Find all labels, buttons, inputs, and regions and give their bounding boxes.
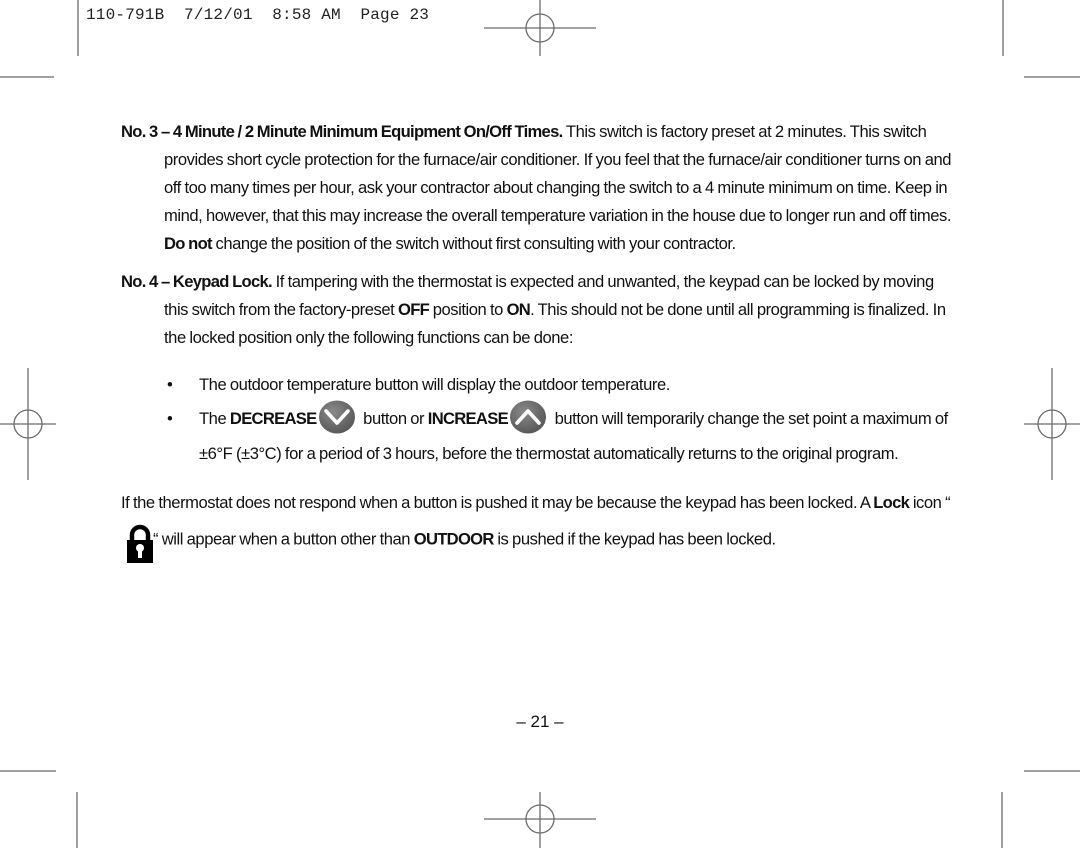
bullet-marker: •	[167, 409, 173, 428]
increase-label: INCREASE	[427, 409, 509, 428]
registration-target-left	[0, 368, 56, 480]
decrease-label: DECREASE	[229, 409, 317, 428]
closing-text: “ will appear when a button other than	[153, 529, 414, 548]
bullet-text: button or	[359, 409, 428, 428]
registration-target-top	[484, 0, 596, 56]
registration-target-bottom	[484, 792, 596, 848]
padlock-icon	[127, 524, 153, 563]
closing-paragraph: If the thermostat does not respond when …	[121, 485, 961, 563]
closing-text: If the thermostat does not respond when …	[121, 492, 874, 512]
closing-text: icon “	[909, 492, 951, 512]
on-label: ON	[506, 300, 531, 319]
section-switch-3: No. 3 – 4 Minute / 2 Minute Minimum Equi…	[121, 118, 961, 258]
lock-label: Lock	[873, 492, 910, 512]
bullet-item-setpoint: • The DECREASE button or INCREASE button …	[121, 400, 961, 471]
bullet-text: The	[199, 409, 230, 428]
section-4-heading: No. 4 – Keypad Lock.	[121, 272, 273, 291]
section-3-text-end: change the position of the switch withou…	[211, 234, 736, 253]
bullet-marker: •	[167, 375, 173, 394]
manual-page: 110-791B 7/12/01 8:58 AM Page 23 No. 3 –…	[0, 0, 1080, 862]
outdoor-label: OUTDOOR	[413, 529, 495, 548]
registration-target-right	[1024, 368, 1080, 480]
chevron-up-circle-icon	[509, 400, 546, 434]
section-4-text-mid: position to	[429, 300, 507, 319]
section-3-heading: No. 3 – 4 Minute / 2 Minute Minimum Equi…	[121, 122, 563, 141]
print-slug-line: 110-791B 7/12/01 8:58 AM Page 23	[86, 6, 430, 24]
closing-text: is pushed if the keypad has been locked.	[493, 529, 776, 548]
chevron-down-circle-icon	[318, 400, 355, 434]
section-switch-4: No. 4 – Keypad Lock. If tampering with t…	[121, 268, 961, 352]
do-not-emphasis: Do not	[164, 234, 213, 253]
page-number: – 21 –	[516, 712, 564, 731]
bullet-item-text: The outdoor temperature button will disp…	[199, 375, 670, 394]
body-content: No. 3 – 4 Minute / 2 Minute Minimum Equi…	[121, 118, 961, 563]
bullet-item-outdoor: • The outdoor temperature button will dis…	[121, 368, 961, 402]
off-label: OFF	[397, 300, 430, 319]
